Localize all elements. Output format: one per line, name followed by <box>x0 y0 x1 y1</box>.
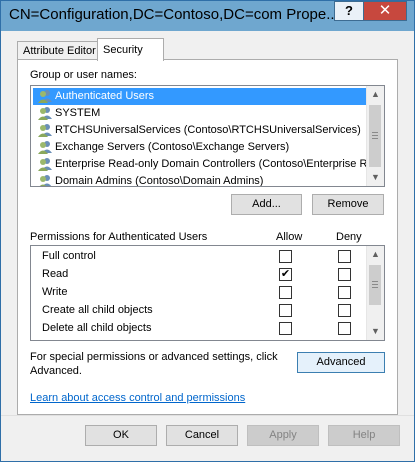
scroll-down-icon[interactable]: ▼ <box>367 169 384 186</box>
users-icon <box>38 158 52 171</box>
tab-security[interactable]: Security <box>97 38 164 61</box>
permission-name: Delete all child objects <box>42 322 152 334</box>
properties-dialog: CN=Configuration,DC=Contoso,DC=com Prope… <box>0 0 415 462</box>
help-button[interactable]: Help <box>328 425 400 446</box>
allow-checkbox[interactable] <box>279 304 292 317</box>
scroll-up-icon[interactable]: ▲ <box>367 86 384 103</box>
permission-name: Write <box>42 286 68 298</box>
permission-name: Full control <box>42 250 96 262</box>
deny-header: Deny <box>336 231 362 243</box>
title-bar[interactable]: CN=Configuration,DC=Contoso,DC=com Prope… <box>1 1 414 31</box>
group-list-item-label: Enterprise Read-only Domain Controllers … <box>55 158 369 170</box>
users-icon <box>38 107 52 120</box>
group-list-item[interactable]: RTCHSUniversalServices (Contoso\RTCHSUni… <box>33 122 369 139</box>
deny-checkbox[interactable] <box>338 322 351 335</box>
permission-row: Delete all child objects <box>31 320 367 338</box>
allow-checkbox[interactable] <box>279 250 292 263</box>
deny-checkbox[interactable] <box>338 304 351 317</box>
group-list-item-label: Authenticated Users <box>55 90 155 102</box>
permissions-list[interactable]: Full control Read ✔ Write Create all child o… <box>30 245 385 341</box>
users-icon <box>38 141 52 154</box>
group-names-label: Group or user names: <box>30 69 137 81</box>
group-list-scrollbar[interactable]: ▲ ▼ <box>366 86 384 186</box>
deny-checkbox[interactable] <box>338 250 351 263</box>
scroll-thumb[interactable] <box>369 105 381 167</box>
permission-name: Create all child objects <box>42 304 153 316</box>
allow-checkbox[interactable] <box>279 322 292 335</box>
help-title-button[interactable]: ? <box>334 1 364 21</box>
perm-scroll-up-icon[interactable]: ▲ <box>367 246 384 263</box>
group-list-item-label: Exchange Servers (Contoso\Exchange Serve… <box>55 141 290 153</box>
group-list-item-label: Domain Admins (Contoso\Domain Admins) <box>55 175 264 187</box>
permission-row: Create all child objects <box>31 302 367 320</box>
advanced-button[interactable]: Advanced <box>297 352 385 373</box>
remove-button[interactable]: Remove <box>312 194 384 215</box>
group-list-item[interactable]: Authenticated Users <box>33 88 369 105</box>
allow-checkbox[interactable] <box>279 286 292 299</box>
cancel-button[interactable]: Cancel <box>166 425 238 446</box>
add-button[interactable]: Add... <box>231 194 302 215</box>
permissions-title: Permissions for Authenticated Users <box>30 231 208 243</box>
deny-checkbox[interactable] <box>338 268 351 281</box>
group-list-item-label: RTCHSUniversalServices (Contoso\RTCHSUni… <box>55 124 361 136</box>
group-list-item[interactable]: Enterprise Read-only Domain Controllers … <box>33 156 369 173</box>
perm-scroll-thumb[interactable] <box>369 265 381 305</box>
group-user-list[interactable]: Authenticated Users SYSTEM RTCHSUniversalS… <box>30 85 385 187</box>
advanced-hint-line2: Advanced. <box>30 365 82 377</box>
users-icon <box>39 175 52 186</box>
permission-row: Full control <box>31 248 367 266</box>
permission-row: Write <box>31 284 367 302</box>
window-title: CN=Configuration,DC=Contoso,DC=com Prope… <box>9 6 334 23</box>
perm-scroll-down-icon[interactable]: ▼ <box>367 323 384 340</box>
tab-attribute-editor[interactable]: Attribute Editor <box>17 41 98 60</box>
close-button[interactable]: ✕ <box>363 1 407 21</box>
group-list-item[interactable]: Exchange Servers (Contoso\Exchange Serve… <box>33 139 369 156</box>
advanced-hint-line1: For special permissions or advanced sett… <box>30 351 278 363</box>
group-list-item[interactable]: Domain Admins (Contoso\Domain Admins) <box>33 173 369 187</box>
permissions-scrollbar[interactable]: ▲ ▼ <box>366 246 384 340</box>
footer-divider <box>1 415 414 416</box>
deny-checkbox[interactable] <box>338 286 351 299</box>
allow-header: Allow <box>276 231 303 243</box>
users-icon <box>38 90 52 103</box>
group-list-item[interactable]: SYSTEM <box>33 105 369 122</box>
ok-button[interactable]: OK <box>85 425 157 446</box>
users-icon <box>38 124 52 137</box>
access-control-help-link[interactable]: Learn about access control and permissio… <box>30 392 245 404</box>
apply-button[interactable]: Apply <box>247 425 319 446</box>
allow-checkbox[interactable]: ✔ <box>279 268 292 281</box>
permission-row: Read ✔ <box>31 266 367 284</box>
group-list-item-label: SYSTEM <box>55 107 101 119</box>
permission-name: Read <box>42 268 69 280</box>
